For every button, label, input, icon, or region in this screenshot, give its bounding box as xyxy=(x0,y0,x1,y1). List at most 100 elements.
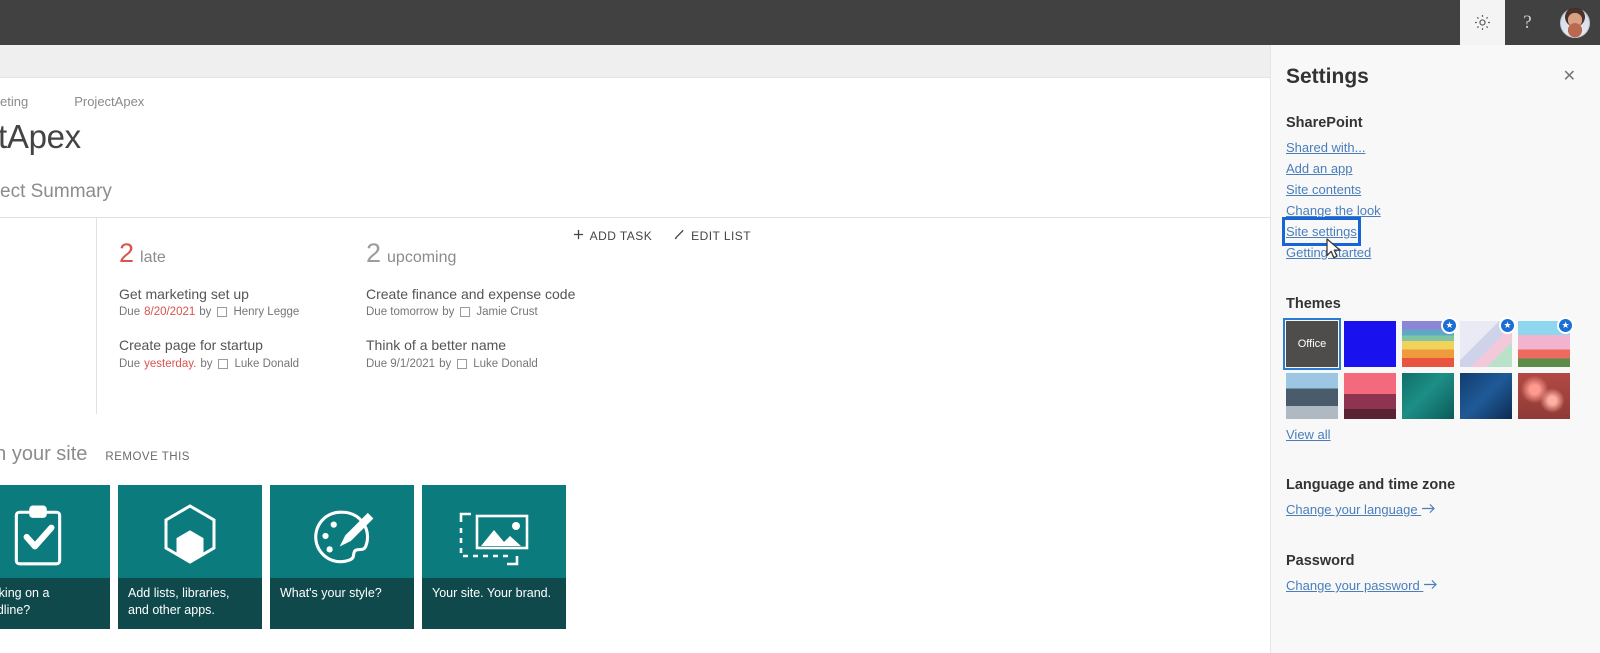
help-question-icon: ? xyxy=(1523,11,1532,33)
theme-swatch-rainbow-stripes[interactable]: ★ xyxy=(1402,317,1458,367)
tile-working-on-a-deadline[interactable]: Working on a deadline? xyxy=(0,485,110,630)
change-your-password-link[interactable]: Change your password xyxy=(1286,575,1438,596)
task-title: Think of a better name xyxy=(366,337,507,354)
task-by-label: by xyxy=(439,357,452,370)
clipped-left-column: ate finance d expense de e in ays xyxy=(0,218,96,414)
task-complete-checkbox[interactable] xyxy=(218,358,229,369)
palette-brush-icon xyxy=(270,493,414,581)
tile-your-site-your-brand[interactable]: Your site. Your brand. xyxy=(422,485,566,630)
change-your-password-label: Change your password xyxy=(1286,578,1420,593)
avatar xyxy=(1560,7,1590,38)
theme-swatch-palm-sunset[interactable] xyxy=(1344,373,1396,419)
breadcrumb-item-0[interactable]: eting xyxy=(0,94,28,109)
star-badge-icon: ★ xyxy=(1441,317,1458,334)
link-shared-with[interactable]: Shared with... xyxy=(1286,137,1366,158)
sharepoint-heading: SharePoint xyxy=(1286,115,1363,131)
clipped-line-1: d expense xyxy=(0,263,96,285)
upcoming-count: 2 xyxy=(366,238,382,269)
task-title: Create finance and expense code xyxy=(366,286,576,303)
sharepoint-links: Shared with... Add an app Site contents … xyxy=(1282,137,1585,263)
language-section: Language and time zone Change your langu… xyxy=(1271,477,1600,520)
theme-swatch-pink-landscape[interactable]: ★ xyxy=(1518,317,1574,367)
image-crop-icon xyxy=(422,493,566,581)
tile-caption: What's your style? xyxy=(270,578,414,630)
tile-caption: Your site. Your brand. xyxy=(422,578,566,630)
arrow-right-icon xyxy=(1421,502,1436,517)
star-badge-icon: ★ xyxy=(1499,317,1516,334)
help-button[interactable]: ? xyxy=(1505,0,1550,45)
task-item[interactable]: Create finance and expense code Due tomo… xyxy=(366,285,664,318)
theme-label: Office xyxy=(1297,338,1327,350)
breadcrumb-item-1[interactable]: ProjectApex xyxy=(74,94,144,109)
link-change-the-look[interactable]: Change the look xyxy=(1286,200,1381,221)
tile-add-lists-libraries-apps[interactable]: Add lists, libraries, and other apps. xyxy=(118,485,262,630)
themes-heading: Themes xyxy=(1286,296,1341,312)
task-title: Get marketing set up xyxy=(119,286,249,303)
password-heading: Password xyxy=(1286,553,1355,569)
language-heading: Language and time zone xyxy=(1286,477,1456,493)
tile-whats-your-style[interactable]: What's your style? xyxy=(270,485,414,630)
pencil-icon xyxy=(674,229,685,243)
secondary-gray-band xyxy=(0,45,1270,78)
get-started-webpart: started with your site REMOVE THIS are y… xyxy=(0,413,1270,630)
tile-caption: Add lists, libraries, and other apps. xyxy=(118,578,262,630)
task-complete-checkbox[interactable] xyxy=(217,307,228,318)
settings-gear-button[interactable] xyxy=(1460,0,1505,45)
change-your-language-link[interactable]: Change your language xyxy=(1286,499,1436,520)
upcoming-label: upcoming xyxy=(387,249,457,267)
tasks-late-column: 2 late Get marketing set up Due 8/20/2021… xyxy=(96,218,344,415)
task-meta: Due 8/20/2021 by Henry Legge xyxy=(119,306,344,318)
task-assignee: Luke Donald xyxy=(473,357,538,370)
password-section: Password Change your password xyxy=(1271,553,1600,596)
edit-list-label: EDIT LIST xyxy=(691,229,751,244)
breadcrumb: eting ProjectApex xyxy=(0,78,1270,109)
upcoming-count-header: 2 upcoming xyxy=(366,240,664,267)
link-site-settings[interactable]: Site settings xyxy=(1282,217,1361,246)
theme-swatch-soft-swirl[interactable]: ★ xyxy=(1460,317,1516,367)
theme-swatch-circuit-teal[interactable] xyxy=(1402,373,1454,419)
task-due-prefix: Due 9/1/2021 xyxy=(366,357,436,370)
task-assignee: Henry Legge xyxy=(233,306,300,319)
arrow-right-icon xyxy=(1423,578,1438,593)
theme-swatch-red-lights[interactable] xyxy=(1518,373,1570,419)
tile-caption: Working on a deadline? xyxy=(0,578,110,630)
task-complete-checkbox[interactable] xyxy=(457,358,468,369)
task-complete-checkbox[interactable] xyxy=(460,307,471,318)
theme-swatch-mountain-road[interactable] xyxy=(1286,373,1338,419)
task-assignee: Luke Donald xyxy=(234,357,300,370)
themes-row-1: Office ★ ★ ★ xyxy=(1283,317,1585,370)
task-item[interactable]: Create page for startup Due yesterday. b… xyxy=(119,336,344,369)
themes-section: Themes Office ★ ★ ★ View all xyxy=(1271,296,1600,444)
clipped-line-0: ate finance xyxy=(0,240,96,262)
link-site-contents[interactable]: Site contents xyxy=(1286,179,1361,200)
task-assignee: Jamie Crust xyxy=(476,306,538,319)
task-item[interactable]: Get marketing set up Due 8/20/2021 by He… xyxy=(119,285,344,318)
gear-icon xyxy=(1473,13,1492,32)
clipboard-check-icon xyxy=(0,493,110,581)
edit-list-button[interactable]: EDIT LIST xyxy=(674,229,751,243)
theme-swatch-office[interactable]: Office xyxy=(1283,318,1341,370)
settings-panel: Settings ✕ SharePoint Shared with... Add… xyxy=(1270,45,1600,653)
account-avatar-button[interactable] xyxy=(1550,0,1600,45)
task-due-date: 8/20/2021 xyxy=(144,306,196,319)
task-item[interactable]: Think of a better name Due 9/1/2021 by L… xyxy=(366,336,664,369)
task-by-label: by xyxy=(200,357,213,370)
link-getting-started[interactable]: Getting started xyxy=(1286,242,1371,263)
theme-swatch-innovation-blue[interactable] xyxy=(1460,373,1512,419)
task-due-prefix: Due xyxy=(119,306,141,319)
page-canvas: eting ProjectApex tApex ect Summary ADD … xyxy=(0,78,1270,653)
link-add-an-app[interactable]: Add an app xyxy=(1286,158,1353,179)
task-meta: Due tomorrow by Jamie Crust xyxy=(366,306,664,318)
late-count-header: 2 late xyxy=(119,240,344,267)
task-title: Create page for startup xyxy=(119,337,263,354)
close-icon[interactable]: ✕ xyxy=(1559,65,1580,89)
theme-swatch-blue[interactable] xyxy=(1344,321,1396,367)
task-by-label: by xyxy=(442,306,455,319)
get-started-title: started with your site xyxy=(0,443,88,466)
remove-this-button[interactable]: REMOVE THIS xyxy=(105,451,190,463)
clipped-line-3: e in xyxy=(0,308,96,330)
change-your-language-label: Change your language xyxy=(1286,502,1418,517)
task-by-label: by xyxy=(199,306,212,319)
view-all-themes-link[interactable]: View all xyxy=(1286,427,1331,442)
late-label: late xyxy=(140,249,166,267)
